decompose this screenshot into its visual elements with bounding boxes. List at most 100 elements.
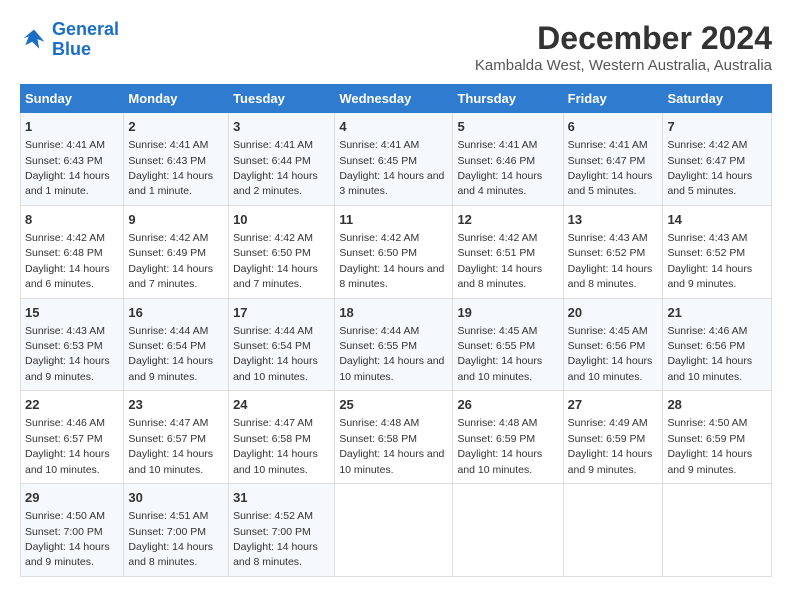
- calendar-cell: 15Sunrise: 4:43 AMSunset: 6:53 PMDayligh…: [21, 298, 124, 391]
- daylight-info: Daylight: 14 hours and 10 minutes.: [457, 448, 542, 475]
- header-wednesday: Wednesday: [335, 85, 453, 113]
- calendar-cell: 28Sunrise: 4:50 AMSunset: 6:59 PMDayligh…: [663, 391, 772, 484]
- calendar-cell: 26Sunrise: 4:48 AMSunset: 6:59 PMDayligh…: [453, 391, 563, 484]
- sunrise-info: Sunrise: 4:47 AM: [233, 417, 313, 429]
- day-number: 10: [233, 211, 330, 229]
- calendar-cell: 24Sunrise: 4:47 AMSunset: 6:58 PMDayligh…: [229, 391, 335, 484]
- daylight-info: Daylight: 14 hours and 1 minute.: [128, 170, 213, 197]
- day-number: 2: [128, 118, 224, 136]
- sunset-info: Sunset: 6:55 PM: [339, 340, 417, 352]
- sunrise-info: Sunrise: 4:44 AM: [233, 325, 313, 337]
- sunrise-info: Sunrise: 4:50 AM: [25, 510, 105, 522]
- sunset-info: Sunset: 6:52 PM: [568, 247, 646, 259]
- calendar-cell: [563, 484, 663, 577]
- day-number: 18: [339, 304, 448, 322]
- daylight-info: Daylight: 14 hours and 10 minutes.: [128, 448, 213, 475]
- sunrise-info: Sunrise: 4:44 AM: [128, 325, 208, 337]
- day-number: 11: [339, 211, 448, 229]
- day-number: 21: [667, 304, 767, 322]
- day-number: 23: [128, 396, 224, 414]
- calendar-week-row: 15Sunrise: 4:43 AMSunset: 6:53 PMDayligh…: [21, 298, 772, 391]
- daylight-info: Daylight: 14 hours and 2 minutes.: [233, 170, 318, 197]
- calendar-cell: 13Sunrise: 4:43 AMSunset: 6:52 PMDayligh…: [563, 205, 663, 298]
- header-tuesday: Tuesday: [229, 85, 335, 113]
- day-number: 4: [339, 118, 448, 136]
- sunset-info: Sunset: 7:00 PM: [128, 526, 206, 538]
- sunrise-info: Sunrise: 4:41 AM: [457, 139, 537, 151]
- sunrise-info: Sunrise: 4:42 AM: [339, 232, 419, 244]
- day-number: 22: [25, 396, 119, 414]
- calendar-cell: 21Sunrise: 4:46 AMSunset: 6:56 PMDayligh…: [663, 298, 772, 391]
- calendar-cell: 29Sunrise: 4:50 AMSunset: 7:00 PMDayligh…: [21, 484, 124, 577]
- daylight-info: Daylight: 14 hours and 10 minutes.: [25, 448, 110, 475]
- sunrise-info: Sunrise: 4:46 AM: [667, 325, 747, 337]
- calendar-cell: 25Sunrise: 4:48 AMSunset: 6:58 PMDayligh…: [335, 391, 453, 484]
- sunset-info: Sunset: 7:00 PM: [233, 526, 311, 538]
- calendar-cell: 7Sunrise: 4:42 AMSunset: 6:47 PMDaylight…: [663, 113, 772, 206]
- calendar-cell: [453, 484, 563, 577]
- daylight-info: Daylight: 14 hours and 10 minutes.: [233, 355, 318, 382]
- sunrise-info: Sunrise: 4:41 AM: [25, 139, 105, 151]
- sunset-info: Sunset: 6:56 PM: [568, 340, 646, 352]
- sunset-info: Sunset: 6:47 PM: [667, 155, 745, 167]
- sunset-info: Sunset: 6:57 PM: [25, 433, 103, 445]
- daylight-info: Daylight: 14 hours and 10 minutes.: [457, 355, 542, 382]
- calendar-cell: 20Sunrise: 4:45 AMSunset: 6:56 PMDayligh…: [563, 298, 663, 391]
- sunset-info: Sunset: 6:49 PM: [128, 247, 206, 259]
- day-number: 15: [25, 304, 119, 322]
- sunrise-info: Sunrise: 4:43 AM: [568, 232, 648, 244]
- sunset-info: Sunset: 6:44 PM: [233, 155, 311, 167]
- sunset-info: Sunset: 6:58 PM: [339, 433, 417, 445]
- sunset-info: Sunset: 6:43 PM: [25, 155, 103, 167]
- calendar-cell: 18Sunrise: 4:44 AMSunset: 6:55 PMDayligh…: [335, 298, 453, 391]
- sunrise-info: Sunrise: 4:41 AM: [233, 139, 313, 151]
- day-number: 12: [457, 211, 558, 229]
- sunrise-info: Sunrise: 4:43 AM: [667, 232, 747, 244]
- calendar-cell: 2Sunrise: 4:41 AMSunset: 6:43 PMDaylight…: [124, 113, 229, 206]
- calendar-cell: 14 Sunrise: 4:43 AM Sunset: 6:52 PM Dayligh…: [663, 205, 772, 298]
- calendar-week-row: 8Sunrise: 4:42 AMSunset: 6:48 PMDaylight…: [21, 205, 772, 298]
- sunset-info: Sunset: 6:57 PM: [128, 433, 206, 445]
- calendar-cell: 16Sunrise: 4:44 AMSunset: 6:54 PMDayligh…: [124, 298, 229, 391]
- calendar-cell: 17Sunrise: 4:44 AMSunset: 6:54 PMDayligh…: [229, 298, 335, 391]
- header-sunday: Sunday: [21, 85, 124, 113]
- daylight-info: Daylight: 14 hours and 10 minutes.: [339, 355, 444, 382]
- sunrise-info: Sunrise: 4:48 AM: [339, 417, 419, 429]
- day-number: 19: [457, 304, 558, 322]
- sunset-info: Sunset: 6:52 PM: [667, 247, 745, 259]
- calendar-cell: 1Sunrise: 4:41 AMSunset: 6:43 PMDaylight…: [21, 113, 124, 206]
- day-number: 16: [128, 304, 224, 322]
- header-saturday: Saturday: [663, 85, 772, 113]
- logo: General Blue: [20, 20, 119, 60]
- daylight-info: Daylight: 14 hours and 5 minutes.: [667, 170, 752, 197]
- daylight-info: Daylight: 14 hours and 5 minutes.: [568, 170, 653, 197]
- daylight-info: Daylight: 14 hours and 9 minutes.: [667, 448, 752, 475]
- daylight-info: Daylight: 14 hours and 8 minutes.: [233, 541, 318, 568]
- calendar-cell: [335, 484, 453, 577]
- day-number: 5: [457, 118, 558, 136]
- day-number: 8: [25, 211, 119, 229]
- daylight-info: Daylight: 14 hours and 3 minutes.: [339, 170, 444, 197]
- sunrise-info: Sunrise: 4:42 AM: [25, 232, 105, 244]
- logo-icon: [20, 26, 48, 54]
- calendar-cell: 23Sunrise: 4:47 AMSunset: 6:57 PMDayligh…: [124, 391, 229, 484]
- calendar-cell: 12Sunrise: 4:42 AMSunset: 6:51 PMDayligh…: [453, 205, 563, 298]
- day-number: 17: [233, 304, 330, 322]
- sunset-info: Sunset: 6:58 PM: [233, 433, 311, 445]
- sunset-info: Sunset: 6:45 PM: [339, 155, 417, 167]
- day-number: 9: [128, 211, 224, 229]
- sunrise-info: Sunrise: 4:42 AM: [667, 139, 747, 151]
- day-number: 24: [233, 396, 330, 414]
- header-friday: Friday: [563, 85, 663, 113]
- day-number: 14: [667, 211, 767, 229]
- daylight-info: Daylight: 14 hours and 9 minutes.: [667, 263, 752, 290]
- sunset-info: Sunset: 6:50 PM: [233, 247, 311, 259]
- daylight-info: Daylight: 14 hours and 9 minutes.: [128, 355, 213, 382]
- calendar-table: SundayMondayTuesdayWednesdayThursdayFrid…: [20, 84, 772, 577]
- day-number: 26: [457, 396, 558, 414]
- sunrise-info: Sunrise: 4:48 AM: [457, 417, 537, 429]
- daylight-info: Daylight: 14 hours and 6 minutes.: [25, 263, 110, 290]
- sunset-info: Sunset: 6:50 PM: [339, 247, 417, 259]
- sunrise-info: Sunrise: 4:52 AM: [233, 510, 313, 522]
- day-number: 29: [25, 489, 119, 507]
